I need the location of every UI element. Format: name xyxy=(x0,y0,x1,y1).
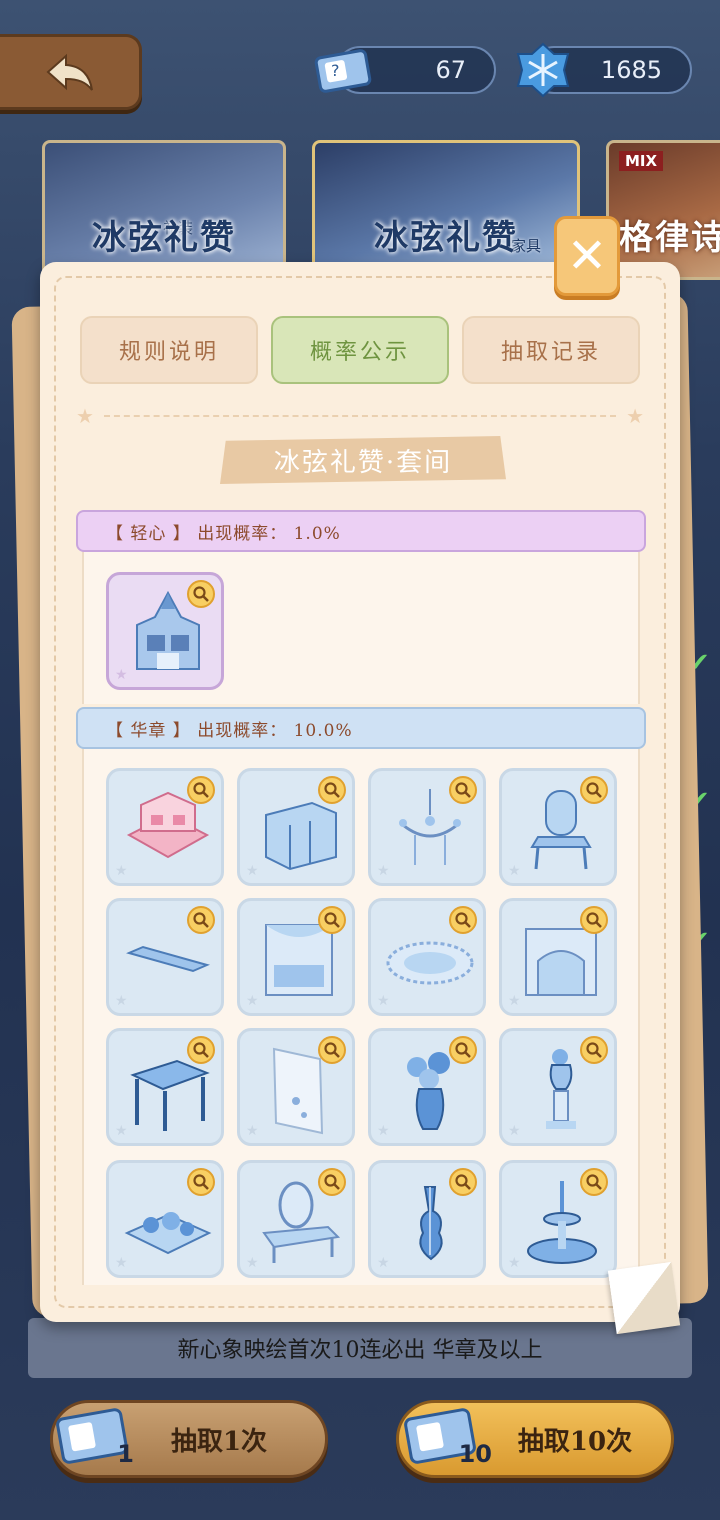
zoom-button[interactable] xyxy=(449,1168,477,1196)
ticket-icon: 10 xyxy=(400,1404,492,1472)
banner-title: 冰弦礼赞 xyxy=(92,218,236,258)
tab-rules[interactable]: 规则说明 xyxy=(80,316,258,384)
banner-title: 格律诗 xyxy=(619,218,720,258)
close-button[interactable]: ✕ xyxy=(554,216,620,296)
magnifier-icon xyxy=(455,1042,471,1058)
rare-section-header: 【 轻心 】 出现概率： 1.0% xyxy=(76,510,646,552)
zoom-button[interactable] xyxy=(187,776,215,804)
notice-bar: 新心象映绘首次10连必出 华章及以上 xyxy=(28,1318,692,1378)
zoom-button[interactable] xyxy=(580,776,608,804)
back-arrow-icon xyxy=(45,53,93,91)
ticket-ten-count: 10 xyxy=(458,1440,492,1468)
item-ice-curtain[interactable]: ★ xyxy=(237,1028,355,1146)
item-lace-rug[interactable]: ★ xyxy=(368,898,486,1016)
zoom-button[interactable] xyxy=(318,906,346,934)
zoom-button[interactable] xyxy=(187,1036,215,1064)
magnifier-icon xyxy=(193,586,209,602)
magnifier-icon xyxy=(193,782,209,798)
item-ice-fireplace[interactable]: ★ xyxy=(499,898,617,1016)
set-title-text: 冰弦礼赞·套间 xyxy=(273,447,453,478)
notice-text: 新心象映绘首次10连必出 华章及以上 xyxy=(177,1338,543,1363)
mix-badge: MIX xyxy=(619,151,664,171)
item-pedestal-vase[interactable]: ★ xyxy=(499,1028,617,1146)
rare-section-label: 【 轻心 】 出现概率： 1.0% xyxy=(106,523,341,544)
svg-text:?: ? xyxy=(331,61,340,80)
item-ice-bench[interactable]: ★ xyxy=(106,898,224,1016)
item-ice-fountain[interactable]: ★ xyxy=(499,1160,617,1278)
magnifier-icon xyxy=(586,1174,602,1190)
magnifier-icon xyxy=(324,782,340,798)
item-pink-room[interactable]: ★ xyxy=(106,768,224,886)
magnifier-icon xyxy=(455,1174,471,1190)
zoom-button[interactable] xyxy=(449,906,477,934)
item-flower-platform[interactable]: ★ xyxy=(106,1160,224,1278)
magnifier-icon xyxy=(586,912,602,928)
draw-ten-label: 抽取10次 xyxy=(517,1426,633,1457)
item-castle-room[interactable]: ★ xyxy=(106,572,224,690)
item-rose-vase[interactable]: ★ xyxy=(368,1028,486,1146)
magnifier-icon xyxy=(193,912,209,928)
tab-label: 规则说明 xyxy=(118,340,219,365)
zoom-button[interactable] xyxy=(449,1036,477,1064)
page-fold xyxy=(607,1261,681,1335)
snowflake-icon xyxy=(512,42,574,98)
zoom-button[interactable] xyxy=(187,906,215,934)
ticket-icon: 1 xyxy=(52,1404,136,1472)
snow-count: 1685 xyxy=(600,56,662,84)
tab-label: 抽取记录 xyxy=(500,340,601,365)
common-section-header: 【 华章 】 出现概率： 10.0% xyxy=(76,707,646,749)
magnifier-icon xyxy=(324,1174,340,1190)
set-title: 冰弦礼赞·套间 xyxy=(220,436,506,484)
magnifier-icon xyxy=(455,782,471,798)
magnifier-icon xyxy=(324,1042,340,1058)
item-chandelier[interactable]: ★ xyxy=(368,768,486,886)
item-ice-violin[interactable]: ★ xyxy=(368,1160,486,1278)
magnifier-icon xyxy=(193,1042,209,1058)
zoom-button[interactable] xyxy=(449,776,477,804)
zoom-button[interactable] xyxy=(318,1036,346,1064)
star-icon: ★ xyxy=(76,404,94,428)
zoom-button[interactable] xyxy=(580,906,608,934)
banner-outfit[interactable]: 礼装 冰弦礼赞 xyxy=(42,140,286,280)
item-ice-chair[interactable]: ★ xyxy=(499,768,617,886)
magnifier-icon xyxy=(193,1174,209,1190)
ticket-one-count: 1 xyxy=(117,1440,134,1468)
close-icon: ✕ xyxy=(566,228,608,284)
zoom-button[interactable] xyxy=(187,1168,215,1196)
item-vanity-mirror[interactable]: ★ xyxy=(237,1160,355,1278)
item-ice-table[interactable]: ★ xyxy=(106,1028,224,1146)
magnifier-icon xyxy=(324,912,340,928)
magnifier-icon xyxy=(586,782,602,798)
zoom-button[interactable] xyxy=(187,580,215,608)
draw-once-label: 抽取1次 xyxy=(170,1426,268,1457)
back-button[interactable] xyxy=(0,34,142,110)
star-icon: ★ xyxy=(626,404,644,428)
tab-record[interactable]: 抽取记录 xyxy=(462,316,640,384)
banner-mix[interactable]: MIX 格律诗 xyxy=(606,140,720,280)
tab-label: 概率公示 xyxy=(309,340,410,365)
item-ice-cabinet[interactable]: ★ xyxy=(237,768,355,886)
zoom-button[interactable] xyxy=(318,776,346,804)
zoom-button[interactable] xyxy=(580,1036,608,1064)
divider: ★ ★ xyxy=(76,404,644,428)
item-canopy-bed[interactable]: ★ xyxy=(237,898,355,1016)
tab-probability[interactable]: 概率公示 xyxy=(271,316,449,384)
magnifier-icon xyxy=(586,1042,602,1058)
ticket-icon: ? xyxy=(312,42,374,98)
magnifier-icon xyxy=(455,912,471,928)
ticket-count: 67 xyxy=(435,56,466,84)
zoom-button[interactable] xyxy=(580,1168,608,1196)
zoom-button[interactable] xyxy=(318,1168,346,1196)
banner-title: 冰弦礼赞 xyxy=(374,218,518,258)
common-section-label: 【 华章 】 出现概率： 10.0% xyxy=(106,720,353,741)
banner-furniture[interactable]: 家具 冰弦礼赞 xyxy=(312,140,580,280)
